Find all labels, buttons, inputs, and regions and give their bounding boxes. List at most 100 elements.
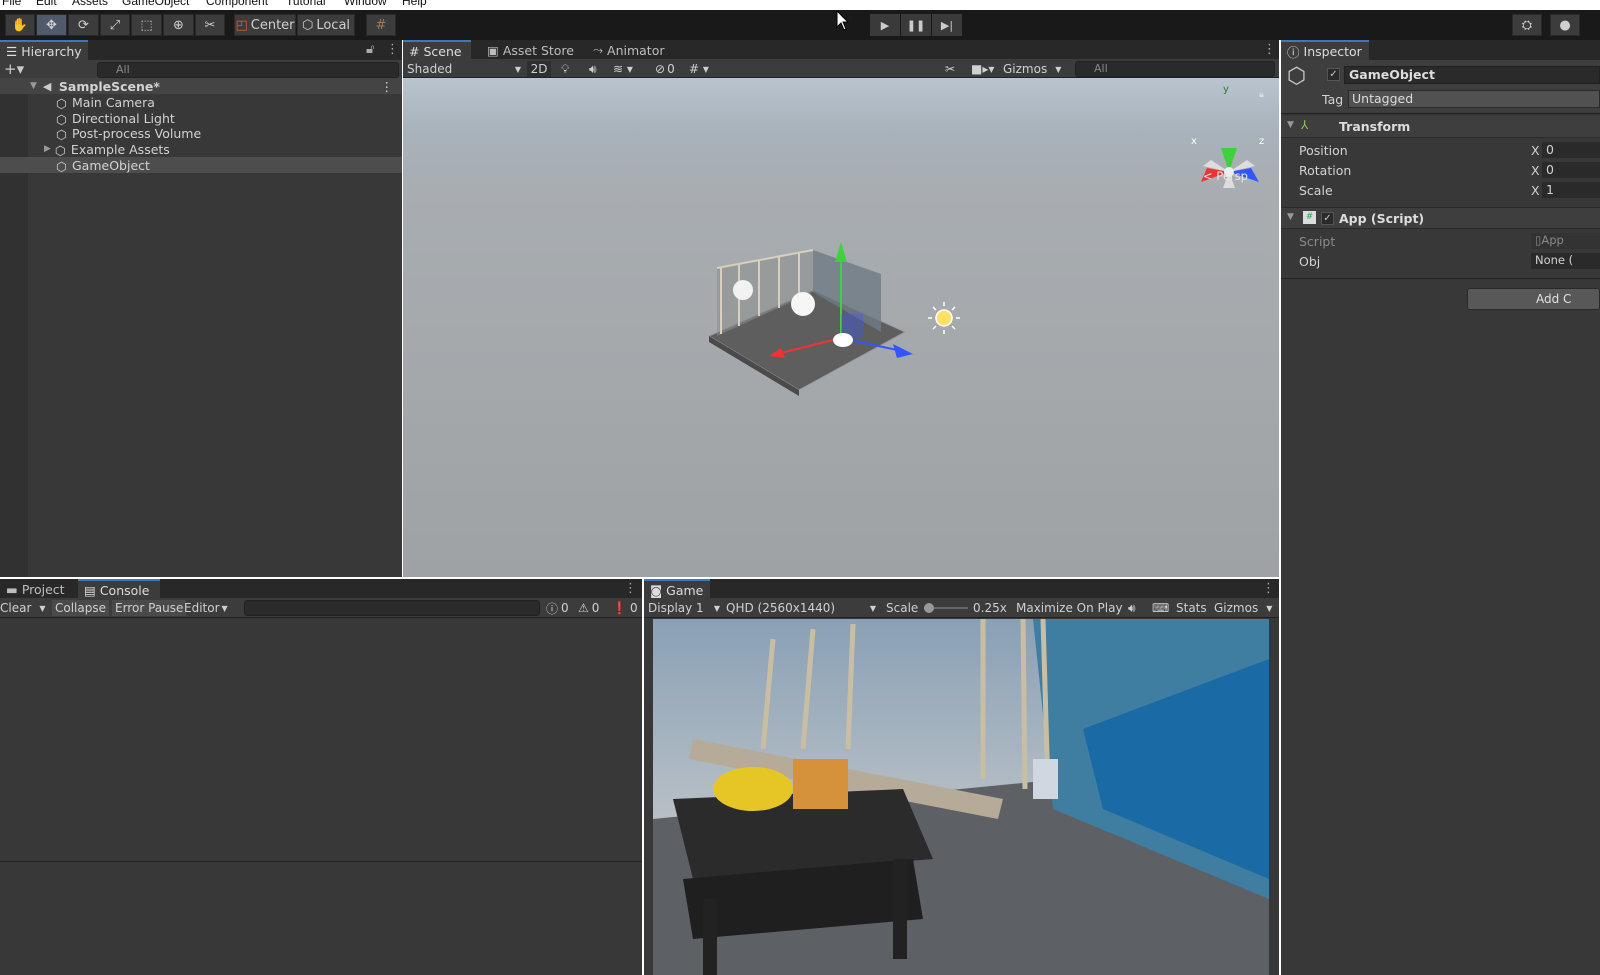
- mute-audio-icon[interactable]: 🔊︎: [1128, 600, 1136, 616]
- warning-filter-toggle[interactable]: ⚠ 0: [578, 600, 599, 616]
- hierarchy-item-example-assets[interactable]: ▶ ⬡ Example Assets: [0, 141, 402, 159]
- more-menu-icon[interactable]: ⋮: [1262, 581, 1275, 596]
- 2d-toggle-button[interactable]: 2D: [527, 61, 551, 77]
- more-menu-icon[interactable]: ⋮: [386, 42, 399, 57]
- tools-overlay-icon[interactable]: ✂: [945, 61, 955, 77]
- more-menu-icon[interactable]: ⋮: [624, 581, 637, 596]
- scale-slider-thumb[interactable]: [924, 603, 934, 613]
- grid-snap-button[interactable]: #: [366, 14, 396, 36]
- collapse-button[interactable]: Collapse: [52, 600, 109, 616]
- tab-console[interactable]: ▤ Console: [78, 579, 160, 599]
- hierarchy-panel: ☰ Hierarchy 🔓︎ ⋮ +▾ All ▼ ◀ SampleScene* …: [0, 40, 402, 577]
- hand-tool-button[interactable]: ✋: [5, 14, 35, 36]
- rotate-tool-button[interactable]: ⟳: [68, 14, 99, 36]
- lock-icon[interactable]: 🔓︎: [366, 42, 374, 57]
- menu-tutorial[interactable]: Tutorial: [286, 0, 326, 8]
- tab-inspector[interactable]: ⓘ Inspector: [1281, 40, 1369, 60]
- hierarchy-item-main-camera[interactable]: ⬡ Main Camera: [0, 94, 402, 112]
- rect-tool-button[interactable]: ⬚: [131, 14, 162, 36]
- rotate-icon: ⟳: [78, 17, 89, 33]
- display-dropdown[interactable]: Display 1 ▼: [648, 600, 720, 616]
- position-x-field[interactable]: 0: [1542, 142, 1600, 158]
- menu-component[interactable]: Component: [206, 0, 268, 8]
- gameobject-cube-icon[interactable]: ⬡: [1287, 64, 1306, 89]
- hidden-objects-toggle[interactable]: ⊘ 0: [655, 61, 675, 77]
- console-splitter[interactable]: [0, 861, 642, 862]
- tab-animator[interactable]: ⤳ Animator: [587, 40, 671, 60]
- clear-button[interactable]: Clear ▼: [0, 600, 46, 616]
- menu-file[interactable]: File: [2, 0, 21, 8]
- custom-tool-button[interactable]: ✂: [195, 14, 225, 36]
- menu-assets[interactable]: Assets: [72, 0, 108, 8]
- dropdown-arrow-icon: ▼: [1055, 64, 1062, 74]
- play-icon: ▶: [880, 18, 890, 32]
- maximize-on-play-toggle[interactable]: Maximize On Play: [1016, 600, 1123, 616]
- resolution-dropdown[interactable]: QHD (2560x1440) ▼: [726, 600, 876, 616]
- stats-toggle[interactable]: Stats: [1176, 600, 1207, 616]
- console-search-input[interactable]: [244, 600, 540, 616]
- effects-dropdown-icon[interactable]: ≋ ▾: [613, 61, 633, 77]
- hierarchy-search-input[interactable]: All: [97, 62, 399, 78]
- app-script-header[interactable]: ▼ # ✓ App (Script): [1281, 207, 1600, 229]
- step-button[interactable]: ▶|: [932, 14, 962, 36]
- pause-button[interactable]: ❚❚: [901, 14, 931, 36]
- account-button[interactable]: ●: [1550, 14, 1580, 36]
- editor-dropdown[interactable]: Editor ▼: [184, 600, 228, 616]
- move-tool-button[interactable]: ✥: [36, 14, 67, 36]
- play-button[interactable]: ▶: [870, 14, 900, 36]
- menu-help[interactable]: Help: [402, 0, 427, 8]
- cube-icon: ⬡: [56, 159, 67, 174]
- gizmo-lock-icon[interactable]: 🔒︎: [1259, 90, 1264, 100]
- tag-dropdown[interactable]: Untagged: [1348, 90, 1600, 108]
- tab-scene[interactable]: # Scene: [403, 40, 471, 60]
- camera-settings-icon[interactable]: ■▸▾: [971, 61, 994, 77]
- menu-edit[interactable]: Edit: [36, 0, 57, 8]
- scene-header[interactable]: ▼ ◀ SampleScene* ⋮: [0, 78, 402, 94]
- keyboard-icon[interactable]: ⌨: [1152, 600, 1169, 616]
- hierarchy-item-gameobject[interactable]: ⬡ GameObject: [0, 157, 402, 174]
- tab-asset-store[interactable]: ▣ Asset Store: [481, 40, 580, 60]
- grid-toggle-icon[interactable]: # ▾: [689, 61, 709, 77]
- main-toolbar: ✋ ✥ ⟳ ⤢ ⬚ ⊕ ✂ ◰ Center ⬡ Local # ▶ ❚❚ ▶| ⛭…: [0, 10, 1600, 40]
- tab-game[interactable]: ◙ Game: [644, 579, 710, 599]
- add-object-button[interactable]: +▾: [4, 60, 24, 78]
- rotation-row: Rotation X 0: [1281, 162, 1600, 178]
- scene-menu-icon[interactable]: ⋮: [381, 79, 394, 94]
- scale-tool-button[interactable]: ⤢: [100, 14, 130, 36]
- pivot-mode-button[interactable]: ◰ Center: [234, 14, 296, 36]
- log-filter-toggle[interactable]: ⓘ 0: [546, 600, 569, 616]
- scale-x-field[interactable]: 1: [1542, 182, 1600, 198]
- error-pause-button[interactable]: Error Pause: [112, 600, 187, 616]
- error-filter-toggle[interactable]: ❗ 0: [612, 600, 638, 616]
- transform-header[interactable]: ▼ ⅄ Transform: [1281, 116, 1600, 138]
- collab-button[interactable]: ⛭: [1512, 14, 1542, 36]
- scene-search-input[interactable]: All: [1075, 61, 1275, 77]
- hierarchy-item-post-process-volume[interactable]: ⬡ Post-process Volume: [0, 125, 402, 143]
- tab-hierarchy[interactable]: ☰ Hierarchy: [0, 40, 88, 60]
- audio-toggle-icon[interactable]: 🔊︎: [589, 61, 597, 77]
- pause-icon: ❚❚: [906, 18, 926, 32]
- projection-toggle[interactable]: < Persp: [1203, 169, 1248, 183]
- lighting-toggle-icon[interactable]: 💡︎: [561, 61, 569, 77]
- pivot-icon: ◰: [235, 17, 248, 33]
- active-checkbox[interactable]: ✓: [1327, 68, 1340, 81]
- menu-window[interactable]: Window: [344, 0, 387, 8]
- gizmos-dropdown[interactable]: Gizmos ▼: [1003, 61, 1061, 77]
- pivot-space-button[interactable]: ⬡ Local: [297, 14, 355, 36]
- more-menu-icon[interactable]: ⋮: [1263, 42, 1276, 57]
- scale-slider[interactable]: [924, 603, 968, 613]
- hierarchy-item-directional-light[interactable]: ⬡ Directional Light: [0, 110, 402, 128]
- shading-mode-dropdown[interactable]: Shaded ▼: [407, 61, 521, 77]
- rotation-x-field[interactable]: 0: [1542, 162, 1600, 178]
- transform-tool-button[interactable]: ⊕: [163, 14, 194, 36]
- game-viewport[interactable]: [653, 619, 1269, 975]
- scene-viewport[interactable]: y x z 🔒︎ < Persp: [403, 78, 1279, 577]
- object-name-field[interactable]: GameObject: [1344, 66, 1600, 84]
- script-enabled-checkbox[interactable]: ✓: [1321, 212, 1334, 225]
- obj-field[interactable]: None (: [1531, 253, 1600, 269]
- info-bubble-icon: ⓘ: [546, 601, 559, 616]
- add-component-button[interactable]: Add C: [1467, 288, 1600, 310]
- game-gizmos-dropdown[interactable]: Gizmos ▼: [1214, 600, 1272, 616]
- menu-gameobject[interactable]: GameObject: [122, 0, 189, 8]
- tab-project[interactable]: ▬ Project: [0, 579, 71, 599]
